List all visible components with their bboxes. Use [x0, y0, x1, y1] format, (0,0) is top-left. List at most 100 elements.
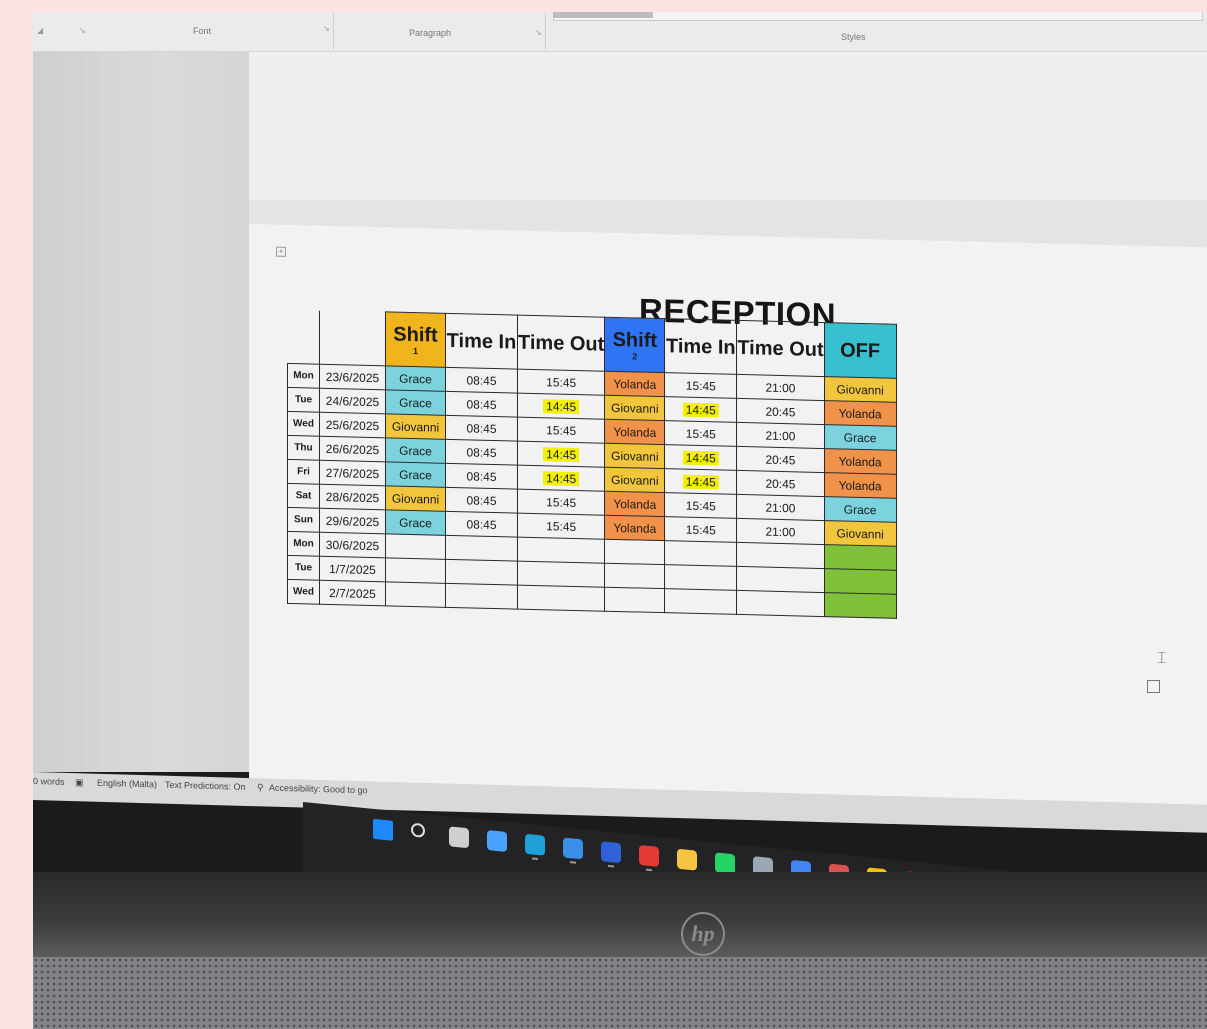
date-cell[interactable]: 30/6/2025	[319, 532, 386, 558]
day-cell[interactable]: Tue	[287, 555, 320, 581]
outlook-icon[interactable]	[563, 837, 583, 860]
time-in-2-cell[interactable]: 14:45	[664, 396, 737, 423]
shift-1-cell[interactable]	[385, 533, 446, 560]
off-cell[interactable]: Grace	[824, 496, 897, 523]
file-explorer-icon[interactable]	[677, 848, 697, 871]
day-cell[interactable]: Fri	[287, 459, 320, 485]
time-in-2-cell[interactable]: 15:45	[664, 492, 737, 519]
shift-1-cell[interactable]	[385, 581, 446, 608]
time-in-2-cell[interactable]	[664, 540, 737, 567]
off-cell[interactable]	[824, 592, 897, 619]
time-out-cell[interactable]: 15:45	[517, 489, 605, 516]
off-cell[interactable]	[824, 568, 897, 595]
time-in-2-cell[interactable]: 15:45	[664, 516, 737, 543]
day-cell[interactable]: Wed	[287, 579, 320, 605]
time-out-2-cell[interactable]: 21:00	[736, 422, 825, 449]
date-cell[interactable]: 27/6/2025	[319, 460, 386, 486]
time-out-2-cell[interactable]: 20:45	[736, 446, 825, 473]
styles-gallery-selected[interactable]	[553, 12, 653, 18]
shift-1-cell[interactable]: Grace	[385, 365, 446, 392]
edge-icon[interactable]	[525, 833, 545, 856]
time-in-2-cell[interactable]	[664, 588, 737, 615]
time-in-cell[interactable]: 08:45	[445, 463, 518, 490]
paragraph-dialog-launcher-icon[interactable]: ↘	[535, 28, 542, 37]
off-cell[interactable]: Yolanda	[824, 472, 897, 499]
day-cell[interactable]: Mon	[287, 531, 320, 557]
shift-1-cell[interactable]: Grace	[385, 509, 446, 536]
store-icon[interactable]	[601, 841, 621, 864]
date-cell[interactable]: 26/6/2025	[319, 436, 386, 462]
language-indicator[interactable]: English (Malta)	[97, 778, 157, 790]
time-in-cell[interactable]: 08:45	[445, 367, 518, 394]
shift-2-cell[interactable]	[604, 587, 665, 613]
header-time-in-2[interactable]: Time In	[664, 318, 737, 375]
text-predictions-indicator[interactable]: Text Predictions: On	[165, 780, 246, 792]
shift-2-cell[interactable]	[604, 563, 665, 589]
shift-1-cell[interactable]	[385, 557, 446, 584]
font-dialog-launcher-icon[interactable]: ↘	[323, 24, 330, 33]
table-move-handle-icon[interactable]: +	[276, 246, 286, 257]
header-time-out-2[interactable]: Time Out	[736, 320, 825, 377]
date-cell[interactable]: 2/7/2025	[319, 580, 386, 606]
time-out-2-cell[interactable]: 21:00	[736, 494, 825, 521]
time-out-cell[interactable]: 15:45	[517, 417, 605, 444]
shift-1-cell[interactable]: Giovanni	[385, 413, 446, 440]
time-in-2-cell[interactable]	[664, 564, 737, 591]
shift-1-cell[interactable]: Grace	[385, 461, 446, 488]
time-out-2-cell[interactable]: 21:00	[736, 374, 825, 401]
shift-1-cell[interactable]: Grace	[385, 437, 446, 464]
time-out-cell[interactable]: 14:45	[517, 441, 605, 468]
time-out-2-cell[interactable]: 20:45	[736, 470, 825, 497]
time-out-2-cell[interactable]: 20:45	[736, 398, 825, 425]
time-out-cell[interactable]: 15:45	[517, 369, 605, 396]
header-shift-1[interactable]: Shift 1	[385, 311, 446, 368]
time-in-cell[interactable]	[445, 559, 518, 586]
shift-2-cell[interactable]: Giovanni	[604, 467, 665, 493]
shift-2-cell[interactable]	[604, 539, 665, 565]
date-cell[interactable]: 23/6/2025	[319, 364, 386, 390]
accessibility-status[interactable]: Accessibility: Good to go	[269, 783, 368, 796]
document-page-1[interactable]	[249, 52, 1207, 200]
shift-1-cell[interactable]: Giovanni	[385, 485, 446, 512]
time-out-2-cell[interactable]	[736, 566, 825, 593]
header-time-in[interactable]: Time In	[445, 313, 518, 370]
time-in-cell[interactable]: 08:45	[445, 391, 518, 418]
header-shift-2[interactable]: Shift 2	[604, 317, 665, 373]
time-out-cell[interactable]: 14:45	[517, 393, 605, 420]
time-out-cell[interactable]: 14:45	[517, 465, 605, 492]
document-page-2[interactable]: + RECEPTION Shift 1 Time In Time Out Shi…	[249, 224, 1207, 808]
time-in-2-cell[interactable]: 15:45	[664, 372, 737, 399]
header-off[interactable]: OFF	[824, 322, 897, 379]
time-in-2-cell[interactable]: 14:45	[664, 444, 737, 471]
time-out-2-cell[interactable]	[736, 590, 825, 617]
time-in-cell[interactable]	[445, 535, 518, 562]
shift-2-cell[interactable]: Yolanda	[604, 371, 665, 397]
time-in-2-cell[interactable]: 15:45	[664, 420, 737, 447]
off-cell[interactable]: Grace	[824, 424, 897, 451]
time-in-cell[interactable]: 08:45	[445, 511, 518, 538]
shift-2-cell[interactable]: Giovanni	[604, 395, 665, 421]
date-cell[interactable]: 29/6/2025	[319, 508, 386, 534]
header-time-out[interactable]: Time Out	[517, 315, 605, 372]
day-cell[interactable]: Thu	[287, 435, 320, 461]
layout-options-icon[interactable]	[1147, 680, 1160, 693]
time-in-2-cell[interactable]: 14:45	[664, 468, 737, 495]
search-icon[interactable]	[411, 822, 425, 838]
word-count[interactable]: 0 words	[33, 776, 65, 787]
task-view-icon[interactable]	[449, 826, 469, 849]
date-cell[interactable]: 1/7/2025	[319, 556, 386, 582]
day-cell[interactable]: Wed	[287, 411, 320, 437]
proofing-icon[interactable]: ▣	[75, 777, 84, 788]
shift-2-cell[interactable]: Yolanda	[604, 515, 665, 541]
app-red-icon[interactable]	[639, 844, 659, 867]
dialog-launcher-icon[interactable]: ◢	[37, 26, 43, 35]
off-cell[interactable]: Yolanda	[824, 448, 897, 475]
day-cell[interactable]: Tue	[287, 387, 320, 413]
time-out-2-cell[interactable]	[736, 542, 825, 569]
schedule-table[interactable]: Shift 1 Time In Time Out Shift 2 Time In…	[287, 309, 897, 619]
time-in-cell[interactable]	[445, 583, 518, 610]
off-cell[interactable]: Giovanni	[824, 376, 897, 403]
day-cell[interactable]: Sat	[287, 483, 320, 509]
day-cell[interactable]: Sun	[287, 507, 320, 533]
shift-1-cell[interactable]: Grace	[385, 389, 446, 416]
